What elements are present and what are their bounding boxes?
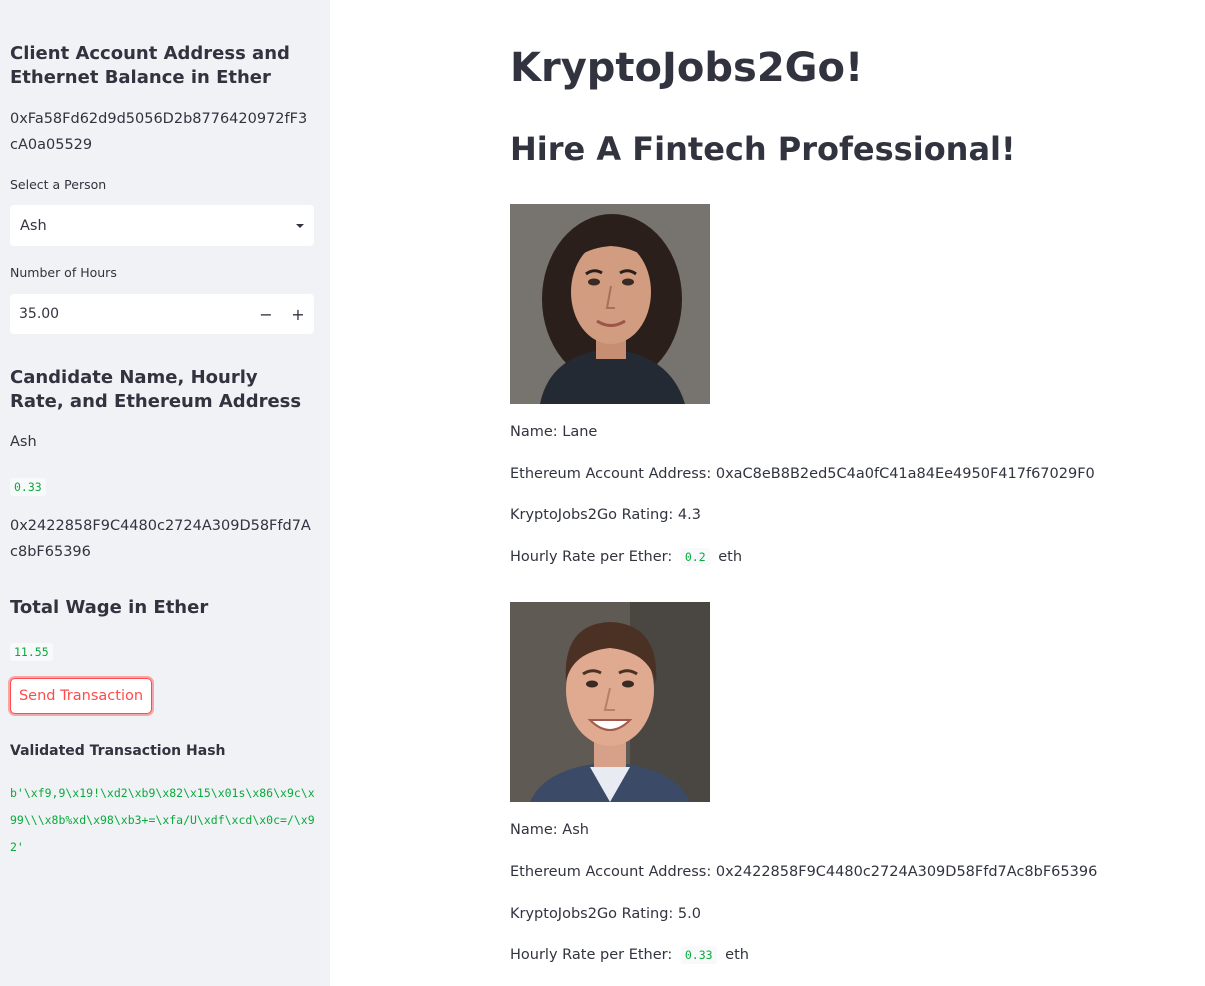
hours-input[interactable]: 35.00 [10,306,250,322]
candidate-rating-lane: KryptoJobs2Go Rating: 4.3 [510,507,701,523]
rate-prefix: Hourly Rate per Ether: [510,947,673,963]
send-transaction-button[interactable]: Send Transaction [10,678,152,714]
wage-heading: Total Wage in Ether [10,597,209,618]
hash-label: Validated Transaction Hash [10,743,226,759]
candidate-rate-ash: Hourly Rate per Ether: 0.33 eth [510,946,749,964]
rate-unit: eth [725,947,749,963]
transaction-hash: b'\xf9,9\x19!\xd2\xb9\x82\x15\x01s\x86\x… [10,779,315,860]
wage-value: 11.55 [10,641,53,661]
hours-stepper[interactable]: 35.00 − + [10,294,314,334]
candidate-portrait-ash [510,602,710,802]
rate-unit: eth [718,549,743,565]
candidate-address-ash: Ethereum Account Address: 0x2422858F9C44… [510,864,1098,880]
candidate-rate-value: 0.33 [10,478,46,496]
wage-value-text: 11.55 [10,643,53,661]
plus-icon[interactable]: + [282,294,314,334]
transaction-hash-value: b'\xf9,9\x19!\xd2\xb9\x82\x15\x01s\x86\x… [10,786,315,854]
account-address: 0xFa58Fd62d9d5056D2b8776420972fF3cA0a055… [10,111,308,153]
candidate-rate-lane: Hourly Rate per Ether: 0.2 eth [510,548,743,566]
candidate-name-lane: Name: Lane [510,424,598,440]
main-content: KryptoJobs2Go! Hire A Fintech Profession… [330,0,1205,986]
candidate-name-ash: Name: Ash [510,822,589,838]
select-person-dropdown[interactable]: Ash [10,205,314,246]
rate-value: 0.2 [680,548,710,566]
hours-label: Number of Hours [10,265,117,280]
sidebar: Client Account Address and Ethernet Bala… [0,0,330,986]
rate-value: 0.33 [680,946,717,964]
rate-prefix: Hourly Rate per Ether: [510,549,673,565]
candidate-photo-ash [510,602,710,802]
candidate-address: 0x2422858F9C4480c2724A309D58Ffd7Ac8bF653… [10,518,311,560]
candidate-portrait-lane [510,204,710,404]
page-subtitle: Hire A Fintech Professional! [510,130,1016,168]
candidate-rating-ash: KryptoJobs2Go Rating: 5.0 [510,906,701,922]
page-title: KryptoJobs2Go! [510,45,864,91]
select-person-value: Ash [20,217,47,234]
minus-icon[interactable]: − [250,294,282,334]
candidate-address-lane: Ethereum Account Address: 0xaC8eB8B2ed5C… [510,466,1095,482]
select-person-label: Select a Person [10,177,107,192]
candidate-rate: 0.33 [10,476,46,496]
chevron-down-icon [296,223,304,228]
candidate-photo-lane [510,204,710,404]
candidate-heading: Candidate Name, Hourly Rate, and Ethereu… [10,367,302,412]
account-heading: Client Account Address and Ethernet Bala… [10,43,290,88]
candidate-name: Ash [10,434,37,450]
